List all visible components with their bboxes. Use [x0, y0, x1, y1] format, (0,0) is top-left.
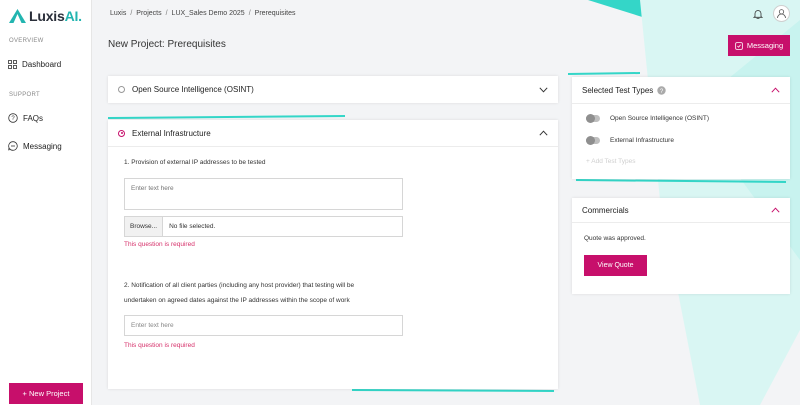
grid-icon — [8, 60, 17, 69]
test-type-external[interactable]: External Infrastructure — [586, 136, 674, 145]
messaging-button[interactable]: Messaging — [728, 35, 790, 56]
luxis-logo[interactable]: LuxisAI. — [9, 8, 82, 24]
breadcrumb-item[interactable]: LUX_Sales Demo 2025 — [172, 10, 245, 17]
svg-text:?: ? — [11, 116, 15, 122]
quote-status: Quote was approved. — [584, 235, 646, 242]
logo-text: LuxisAI. — [29, 8, 82, 24]
test-type-label: External Infrastructure — [610, 137, 674, 144]
sidebar-item-label: Messaging — [23, 141, 62, 151]
info-icon[interactable]: ? — [657, 85, 667, 95]
commercials-title: Commercials — [582, 205, 629, 215]
sidebar-item-messaging[interactable]: Messaging — [8, 141, 62, 151]
messaging-button-label: Messaging — [746, 41, 784, 50]
chevron-up-icon[interactable] — [539, 130, 548, 136]
external-title-text: External Infrastructure — [132, 128, 211, 138]
sidebar-item-label: FAQs — [23, 113, 44, 123]
file-upload[interactable]: Browse... No file selected. — [124, 216, 403, 237]
sidebar: LuxisAI. OVERVIEW Dashboard SUPPORT ? FA… — [0, 0, 92, 405]
question-2-error: This question is required — [124, 342, 195, 349]
bell-icon[interactable] — [753, 9, 763, 19]
new-project-button[interactable]: + New Project — [9, 383, 83, 404]
osint-card-title: Open Source Intelligence (OSINT) — [118, 85, 254, 94]
chat-icon — [8, 141, 18, 151]
chevron-up-icon[interactable] — [771, 207, 780, 213]
logo-mark-icon — [9, 9, 26, 23]
user-icon — [777, 9, 786, 19]
breadcrumb: Luxis / Projects / LUX_Sales Demo 2025 /… — [110, 10, 296, 17]
sidebar-item-faqs[interactable]: ? FAQs — [8, 113, 43, 123]
question-1-error: This question is required — [124, 241, 195, 248]
browse-button[interactable]: Browse... — [125, 217, 164, 236]
question-2-label-line-2: undertaken on agreed dates against the I… — [124, 297, 350, 304]
no-file-label: No file selected. — [169, 223, 216, 230]
sidebar-item-label: Dashboard — [22, 60, 62, 69]
question-1-label: 1. Provision of external IP addresses to… — [124, 159, 266, 166]
breadcrumb-item[interactable]: Projects — [136, 10, 161, 17]
test-type-toggle[interactable] — [586, 136, 600, 145]
help-icon: ? — [8, 113, 18, 123]
osint-card[interactable]: Open Source Intelligence (OSINT) — [108, 76, 558, 103]
sidebar-item-dashboard[interactable]: Dashboard — [8, 60, 61, 69]
test-type-toggle[interactable] — [586, 114, 600, 123]
divider — [572, 222, 790, 223]
add-test-types-link[interactable]: + Add Test Types — [586, 158, 635, 165]
overview-section-label: OVERVIEW — [9, 38, 44, 44]
chat-icon — [735, 41, 743, 50]
view-quote-button[interactable]: View Quote — [584, 255, 647, 276]
test-type-label: Open Source Intelligence (OSINT) — [610, 115, 709, 122]
selected-test-types-card: Selected Test Types ? Open Source Intell… — [572, 77, 790, 179]
osint-radio[interactable] — [118, 86, 125, 93]
breadcrumb-item[interactable]: Luxis — [110, 10, 126, 17]
commercials-card: Commercials Quote was approved. View Quo… — [572, 198, 790, 294]
header-icons — [753, 5, 790, 22]
chevron-down-icon[interactable] — [539, 86, 548, 93]
question-2-input[interactable]: Enter text here — [124, 315, 403, 336]
selected-test-types-title-text: Selected Test Types — [582, 85, 654, 95]
breadcrumb-separator: / — [165, 10, 168, 17]
divider — [108, 146, 558, 147]
external-card-title: External Infrastructure — [118, 129, 211, 138]
breadcrumb-item-current: Prerequisites — [254, 10, 296, 17]
breadcrumb-separator: / — [130, 10, 133, 17]
external-infrastructure-card: External Infrastructure 1. Provision of … — [108, 120, 558, 389]
divider — [572, 103, 790, 104]
test-type-osint[interactable]: Open Source Intelligence (OSINT) — [586, 114, 709, 123]
support-section-label: SUPPORT — [9, 92, 40, 98]
chevron-up-icon[interactable] — [771, 87, 780, 93]
avatar[interactable] — [773, 5, 790, 22]
external-radio[interactable] — [118, 129, 125, 137]
osint-title-text: Open Source Intelligence (OSINT) — [132, 85, 254, 94]
page-title: New Project: Prerequisites — [108, 39, 226, 50]
breadcrumb-separator: / — [248, 10, 251, 17]
question-2-label-line-1: 2. Notification of all client parties (i… — [124, 282, 355, 289]
selected-test-types-title: Selected Test Types ? — [582, 85, 667, 95]
question-1-textarea[interactable] — [124, 178, 403, 210]
